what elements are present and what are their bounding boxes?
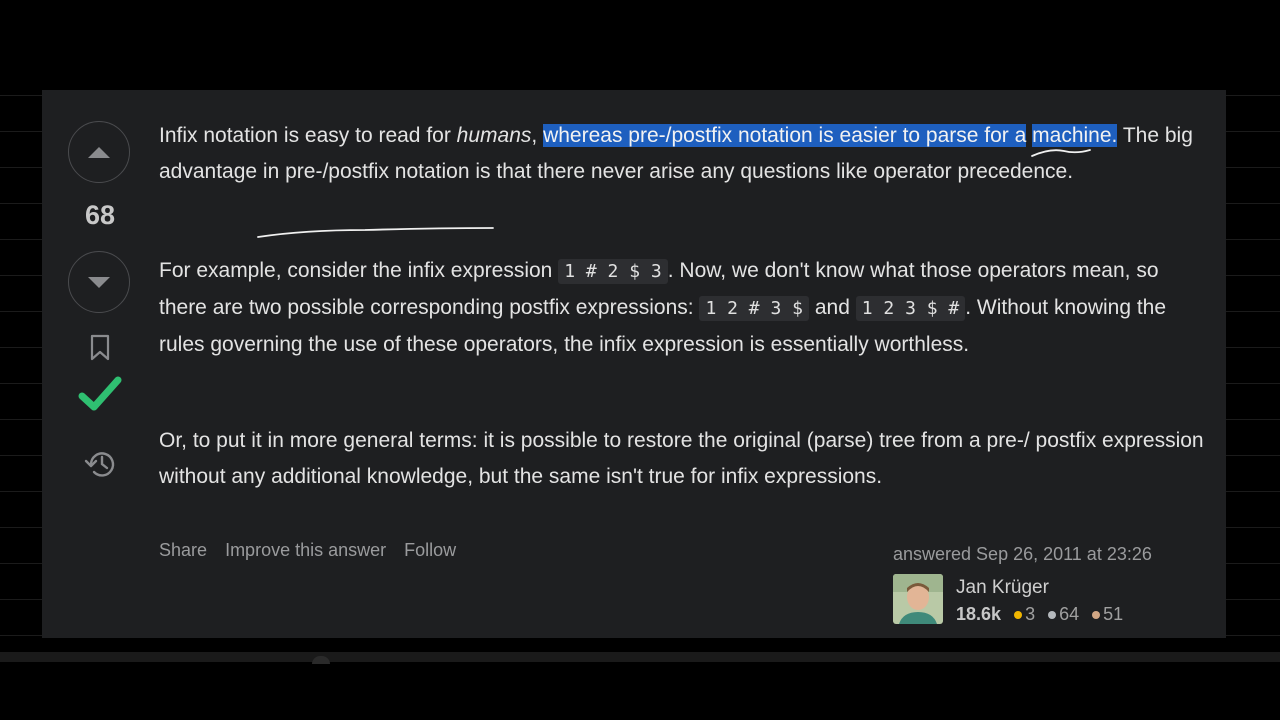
answered-timestamp[interactable]: answered Sep 26, 2011 at 23:26: [893, 544, 1152, 565]
history-icon[interactable]: [84, 448, 118, 480]
user-name-link[interactable]: Jan Krüger: [956, 577, 1049, 599]
pen-underline-mark: [1031, 149, 1091, 157]
bronze-badge-icon: [1092, 611, 1101, 619]
inline-code: 1 2 # 3 $: [699, 296, 809, 321]
inline-code: 1 # 2 $ 3: [558, 259, 668, 284]
silver-badge-icon: [1048, 611, 1057, 619]
scrollbar-thumb[interactable]: [312, 656, 330, 664]
improve-answer-link[interactable]: Improve this answer: [225, 540, 386, 560]
bronze-badge-count: 51: [1103, 604, 1124, 624]
text-span: Infix notation is easy to read for: [159, 124, 457, 147]
triangle-up-icon: [88, 146, 110, 158]
checkmark-icon: [78, 376, 122, 411]
triangle-down-icon: [88, 276, 110, 288]
gold-badge-icon: [1014, 611, 1023, 619]
emphasis-text: humans: [456, 124, 532, 147]
reputation-score: 18.6k: [956, 604, 1002, 624]
text-span: ,: [531, 124, 544, 147]
share-link[interactable]: Share: [159, 540, 207, 560]
pen-underline-mark: [257, 227, 494, 238]
user-reputation: 18.6k 3 64 51: [956, 604, 1123, 625]
silver-badge-count: 64: [1059, 604, 1080, 624]
paragraph-3: Or, to put it in more general terms: it …: [159, 429, 1204, 488]
text-span: and: [809, 296, 856, 319]
bookmark-icon[interactable]: [88, 334, 112, 362]
selected-text: whereas pre-/postfix notation is easier …: [543, 124, 1027, 147]
right-margin-lines: [1226, 95, 1280, 655]
bottom-scrollbar-track: [0, 652, 1280, 662]
selected-text: machine.: [1032, 124, 1118, 147]
downvote-button[interactable]: [68, 251, 130, 313]
post-actions: Share Improve this answer Follow: [159, 540, 469, 561]
paragraph-2: For example, consider the infix expressi…: [159, 253, 1204, 363]
gold-badge-count: 3: [1025, 604, 1036, 624]
follow-link[interactable]: Follow: [404, 540, 456, 560]
text-span: For example, consider the infix expressi…: [159, 259, 559, 282]
user-avatar[interactable]: [893, 574, 943, 624]
vote-score: 68: [84, 200, 116, 230]
inline-code: 1 2 3 $ #: [855, 296, 966, 321]
left-margin-lines: [0, 95, 42, 655]
upvote-button[interactable]: [68, 121, 130, 183]
